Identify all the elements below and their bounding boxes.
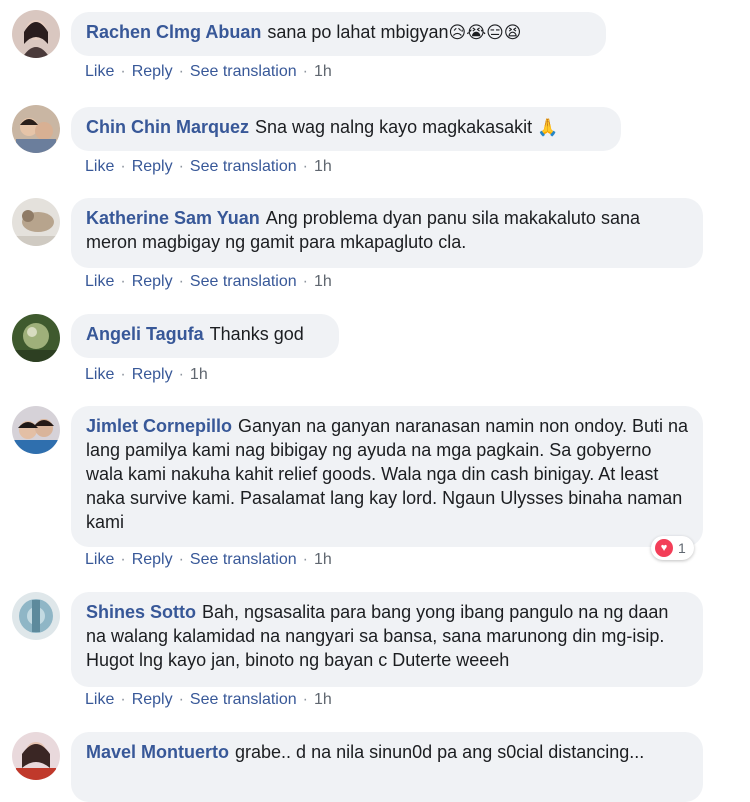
commenter-name[interactable]: Angeli Tagufa — [86, 324, 204, 344]
avatar[interactable] — [12, 592, 60, 640]
see-translation-link[interactable]: See translation — [190, 273, 297, 290]
timestamp[interactable]: 1h — [314, 691, 332, 708]
commenter-name[interactable]: Chin Chin Marquez — [86, 117, 249, 137]
comment-text: sana po lahat mbigyan — [267, 22, 449, 42]
comment-bubble: Rachen Clmg Abuan sana po lahat mbigyan😥😭… — [71, 12, 606, 56]
separator: · — [120, 158, 126, 175]
comment-bubble: Katherine Sam Yuan Ang problema dyan panu… — [71, 198, 703, 268]
reaction-badge[interactable]: ♥ 1 — [651, 536, 694, 560]
emoji: 🙏 — [537, 118, 559, 138]
comment-actions: Like · Reply · See translation · 1h — [85, 63, 332, 81]
timestamp[interactable]: 1h — [314, 158, 332, 175]
avatar[interactable] — [12, 406, 60, 454]
timestamp[interactable]: 1h — [314, 551, 332, 568]
comment-bubble: Chin Chin Marquez Sna wag nalng kayo magk… — [71, 107, 621, 151]
comment-text: Sna wag nalng kayo magkakasakit — [255, 117, 533, 137]
comment-bubble: Shines Sotto Bah, ngsasalita para bang yo… — [71, 592, 703, 687]
commenter-name[interactable]: Jimlet Cornepillo — [86, 416, 232, 436]
like-link[interactable]: Like — [85, 551, 114, 568]
timestamp[interactable]: 1h — [190, 366, 208, 383]
see-translation-link[interactable]: See translation — [190, 551, 297, 568]
like-link[interactable]: Like — [85, 273, 114, 290]
avatar[interactable] — [12, 732, 60, 780]
separator: · — [120, 551, 126, 568]
separator: · — [302, 273, 308, 290]
separator: · — [178, 366, 184, 383]
separator: · — [302, 551, 308, 568]
like-link[interactable]: Like — [85, 158, 114, 175]
reply-link[interactable]: Reply — [132, 691, 173, 708]
separator: · — [302, 63, 308, 80]
comment-actions: Like · Reply · See translation · 1h — [85, 551, 332, 569]
separator: · — [178, 158, 184, 175]
like-link[interactable]: Like — [85, 691, 114, 708]
commenter-name[interactable]: Mavel Montuerto — [86, 742, 229, 762]
avatar[interactable] — [12, 105, 60, 153]
comment-bubble: Angeli Tagufa Thanks god — [71, 314, 339, 358]
separator: · — [178, 551, 184, 568]
separator: · — [302, 158, 308, 175]
commenter-name[interactable]: Katherine Sam Yuan — [86, 208, 260, 228]
avatar[interactable] — [12, 10, 60, 58]
timestamp[interactable]: 1h — [314, 63, 332, 80]
reaction-count: 1 — [678, 540, 686, 556]
see-translation-link[interactable]: See translation — [190, 158, 297, 175]
reply-link[interactable]: Reply — [132, 63, 173, 80]
separator: · — [120, 273, 126, 290]
reply-link[interactable]: Reply — [132, 366, 173, 383]
reply-link[interactable]: Reply — [132, 273, 173, 290]
comment-text: grabe.. d na nila sinun0d pa ang s0cial … — [235, 742, 645, 762]
separator: · — [120, 691, 126, 708]
separator: · — [178, 691, 184, 708]
like-link[interactable]: Like — [85, 63, 114, 80]
comment-actions: Like · Reply · See translation · 1h — [85, 158, 332, 176]
heart-icon: ♥ — [655, 539, 673, 557]
separator: · — [120, 366, 126, 383]
separator: · — [178, 273, 184, 290]
comment-actions: Like · Reply · 1h — [85, 366, 208, 384]
avatar[interactable] — [12, 314, 60, 362]
comment-text: Thanks god — [209, 324, 304, 344]
like-link[interactable]: Like — [85, 366, 114, 383]
timestamp[interactable]: 1h — [314, 273, 332, 290]
separator: · — [120, 63, 126, 80]
separator: · — [178, 63, 184, 80]
comment-bubble: Jimlet Cornepillo Ganyan na ganyan narana… — [71, 406, 703, 547]
avatar[interactable] — [12, 198, 60, 246]
reply-link[interactable]: Reply — [132, 551, 173, 568]
commenter-name[interactable]: Shines Sotto — [86, 602, 196, 622]
see-translation-link[interactable]: See translation — [190, 691, 297, 708]
see-translation-link[interactable]: See translation — [190, 63, 297, 80]
reply-link[interactable]: Reply — [132, 158, 173, 175]
emoji: 😥😭😑😫 — [448, 23, 522, 43]
separator: · — [302, 691, 308, 708]
comment-actions: Like · Reply · See translation · 1h — [85, 273, 332, 291]
commenter-name[interactable]: Rachen Clmg Abuan — [86, 22, 261, 42]
comment-actions: Like · Reply · See translation · 1h — [85, 691, 332, 709]
